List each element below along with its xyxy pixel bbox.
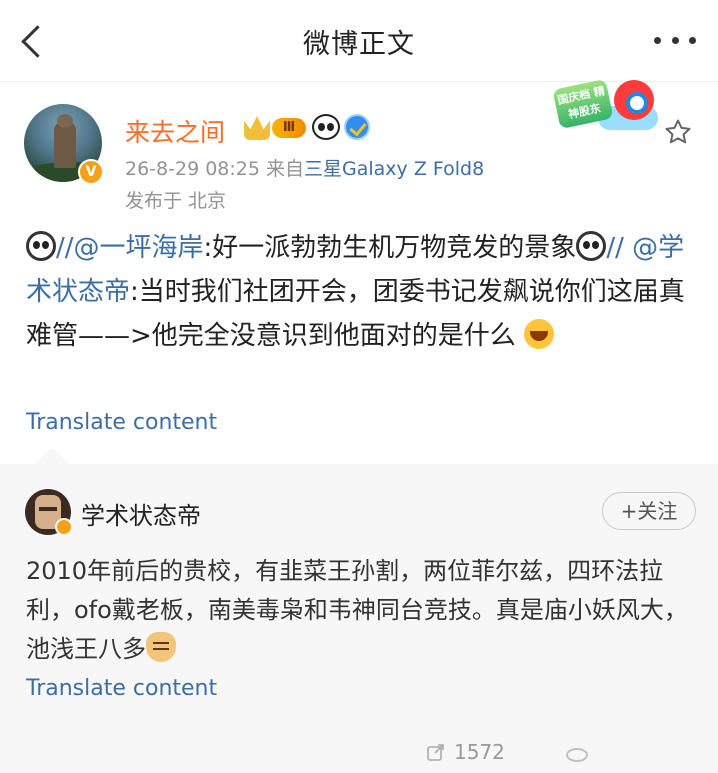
panda-emoji-icon [576,231,607,261]
translate-link[interactable]: Translate content [26,410,217,435]
retweet-content: 2010年前后的贵校，有韭菜王孙割，两位菲尔兹，四环法拉利，ofo戴老板，南美毒… [26,552,698,669]
author-name[interactable]: 来去之间 [125,113,225,149]
laugh-emoji-icon [524,319,555,349]
retweet-translate-link[interactable]: Translate content [26,676,217,701]
level-number: Ⅲ [272,118,306,138]
repost-icon [427,744,444,761]
crown-level-icon: Ⅲ [244,115,308,141]
star-icon[interactable] [663,117,693,147]
repost-count: 1572 [454,740,505,764]
weibo-detail-page: 微博正文 V 来去之间 Ⅲ 26-8-29 08:25 来自三星Galaxy Z… [0,0,718,773]
post-location: 发布于 北京 [125,190,227,212]
repost-separator: // [606,233,624,263]
retweet-text: 2010年前后的贵校，有韭菜王孙割，两位菲尔兹，四环法拉利，ofo戴老板，南美毒… [26,557,688,663]
v-verified-icon: V [78,159,104,185]
watermark [566,748,594,762]
panda-emoji-icon [26,231,56,261]
top-bar: 微博正文 [0,0,718,82]
panda-icon [312,114,340,140]
festival-sticker[interactable]: 国庆档 精神股东 [552,78,660,136]
v-verified-icon [55,518,73,536]
verify-icon [344,114,370,140]
eye-icon [566,748,588,762]
more-dots-icon[interactable] [654,30,696,50]
mascot-icon [614,80,654,120]
follow-button[interactable]: +关注 [602,492,696,530]
doge-emoji-icon [146,632,176,662]
repost-separator: // [56,233,74,263]
page-title: 微博正文 [303,29,415,60]
post-text-segment: :好一派勃勃生机万物竞发的景象 [203,233,577,263]
post-content: //@一坪海岸:好一派勃勃生机万物竞发的景象// @学术状态帝:当时我们社团开会… [26,226,698,358]
source-prefix: 来自 [266,158,305,180]
repost-button[interactable]: 1572 [426,740,505,764]
crown-icon [244,116,270,140]
source-device[interactable]: 三星Galaxy Z Fold8 [304,158,484,180]
mention-link[interactable]: @一坪海岸 [74,233,204,263]
post-time: 26-8-29 08:25 [125,158,260,180]
post-meta: 26-8-29 08:25 来自三星Galaxy Z Fold8 [125,154,484,181]
retweet-author-name[interactable]: 学术状态帝 [81,496,201,531]
